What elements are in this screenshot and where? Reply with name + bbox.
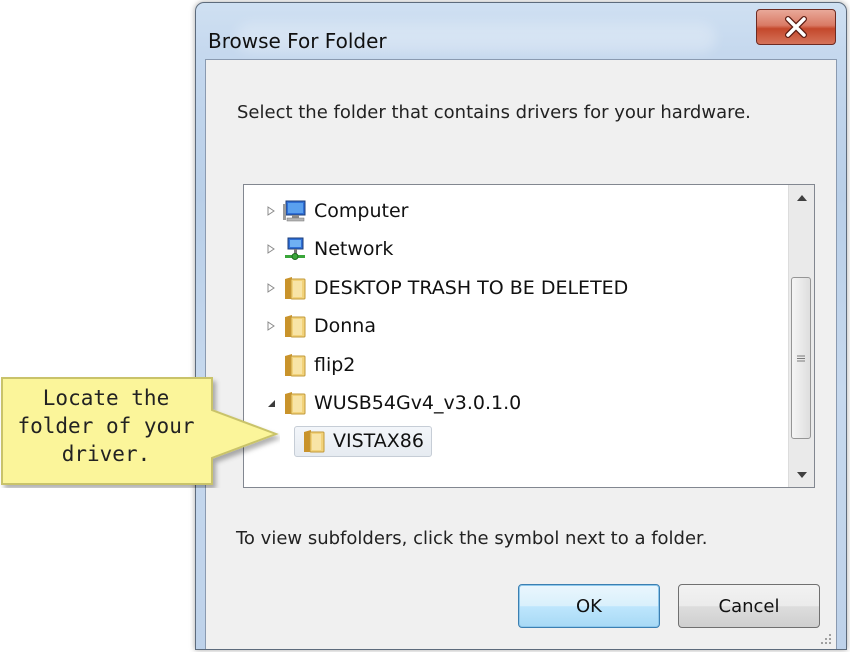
scroll-up-button[interactable]: [789, 185, 814, 210]
close-icon: [785, 16, 807, 38]
cancel-button[interactable]: Cancel: [678, 584, 820, 628]
tree-item-vistax86[interactable]: VISTAX86: [294, 425, 432, 457]
vertical-scrollbar[interactable]: [788, 185, 814, 487]
expand-arrow-icon[interactable]: [264, 319, 278, 333]
ok-button[interactable]: OK: [518, 584, 660, 628]
folder-icon: [285, 277, 306, 300]
tree-item-desktop-trash[interactable]: DESKTOP TRASH TO BE DELETED: [264, 272, 628, 304]
dialog-body: Select the folder that contains drivers …: [205, 59, 837, 649]
tree-item-wusb54gv4[interactable]: WUSB54Gv4_v3.0.1.0: [264, 387, 521, 419]
dialog-title: Browse For Folder: [208, 29, 387, 53]
folder-icon: [285, 354, 306, 377]
scroll-down-button[interactable]: [789, 462, 814, 487]
tree-item-label: DESKTOP TRASH TO BE DELETED: [314, 277, 629, 299]
tree-item-computer[interactable]: Computer: [264, 195, 408, 227]
network-icon: [285, 237, 305, 260]
callout-line-1: Locate the: [42, 386, 170, 410]
browse-for-folder-dialog: Browse For Folder Select the folder that…: [195, 2, 847, 650]
tree-item-label: flip2: [314, 354, 356, 376]
expand-arrow-icon[interactable]: [264, 281, 278, 295]
expand-arrow-icon[interactable]: [264, 242, 278, 256]
folder-icon: [285, 392, 306, 415]
computer-icon: [283, 200, 306, 222]
folder-tree[interactable]: Computer Network DESKTOP TRASH TO BE DEL…: [243, 184, 815, 488]
tree-item-network[interactable]: Network: [264, 233, 393, 265]
tree-item-label: VISTAX86: [333, 429, 424, 452]
callout-line-3: driver.: [61, 442, 151, 466]
tree-item-label: Donna: [314, 315, 376, 337]
scroll-down-icon: [796, 471, 807, 478]
hint-text: To view subfolders, click the symbol nex…: [236, 528, 708, 549]
callout-line-2: folder of your: [17, 414, 195, 438]
folder-icon: [304, 429, 325, 452]
selected-tree-item[interactable]: VISTAX86: [294, 425, 432, 457]
close-button[interactable]: [756, 9, 836, 45]
callout-text: Locate the folder of your driver.: [0, 384, 212, 468]
tree-item-label: Computer: [314, 200, 409, 222]
resize-grip-icon[interactable]: [818, 631, 832, 645]
scroll-up-icon: [796, 194, 807, 201]
tree-item-label: WUSB54Gv4_v3.0.1.0: [314, 392, 522, 414]
tree-item-donna[interactable]: Donna: [264, 310, 376, 342]
scroll-thumb[interactable]: [791, 277, 811, 439]
folder-icon: [285, 315, 306, 338]
tree-item-label: Network: [314, 238, 394, 260]
instruction-text: Select the folder that contains drivers …: [237, 102, 751, 123]
grip-lines-icon: [797, 355, 805, 361]
expand-arrow-icon[interactable]: [264, 204, 278, 218]
